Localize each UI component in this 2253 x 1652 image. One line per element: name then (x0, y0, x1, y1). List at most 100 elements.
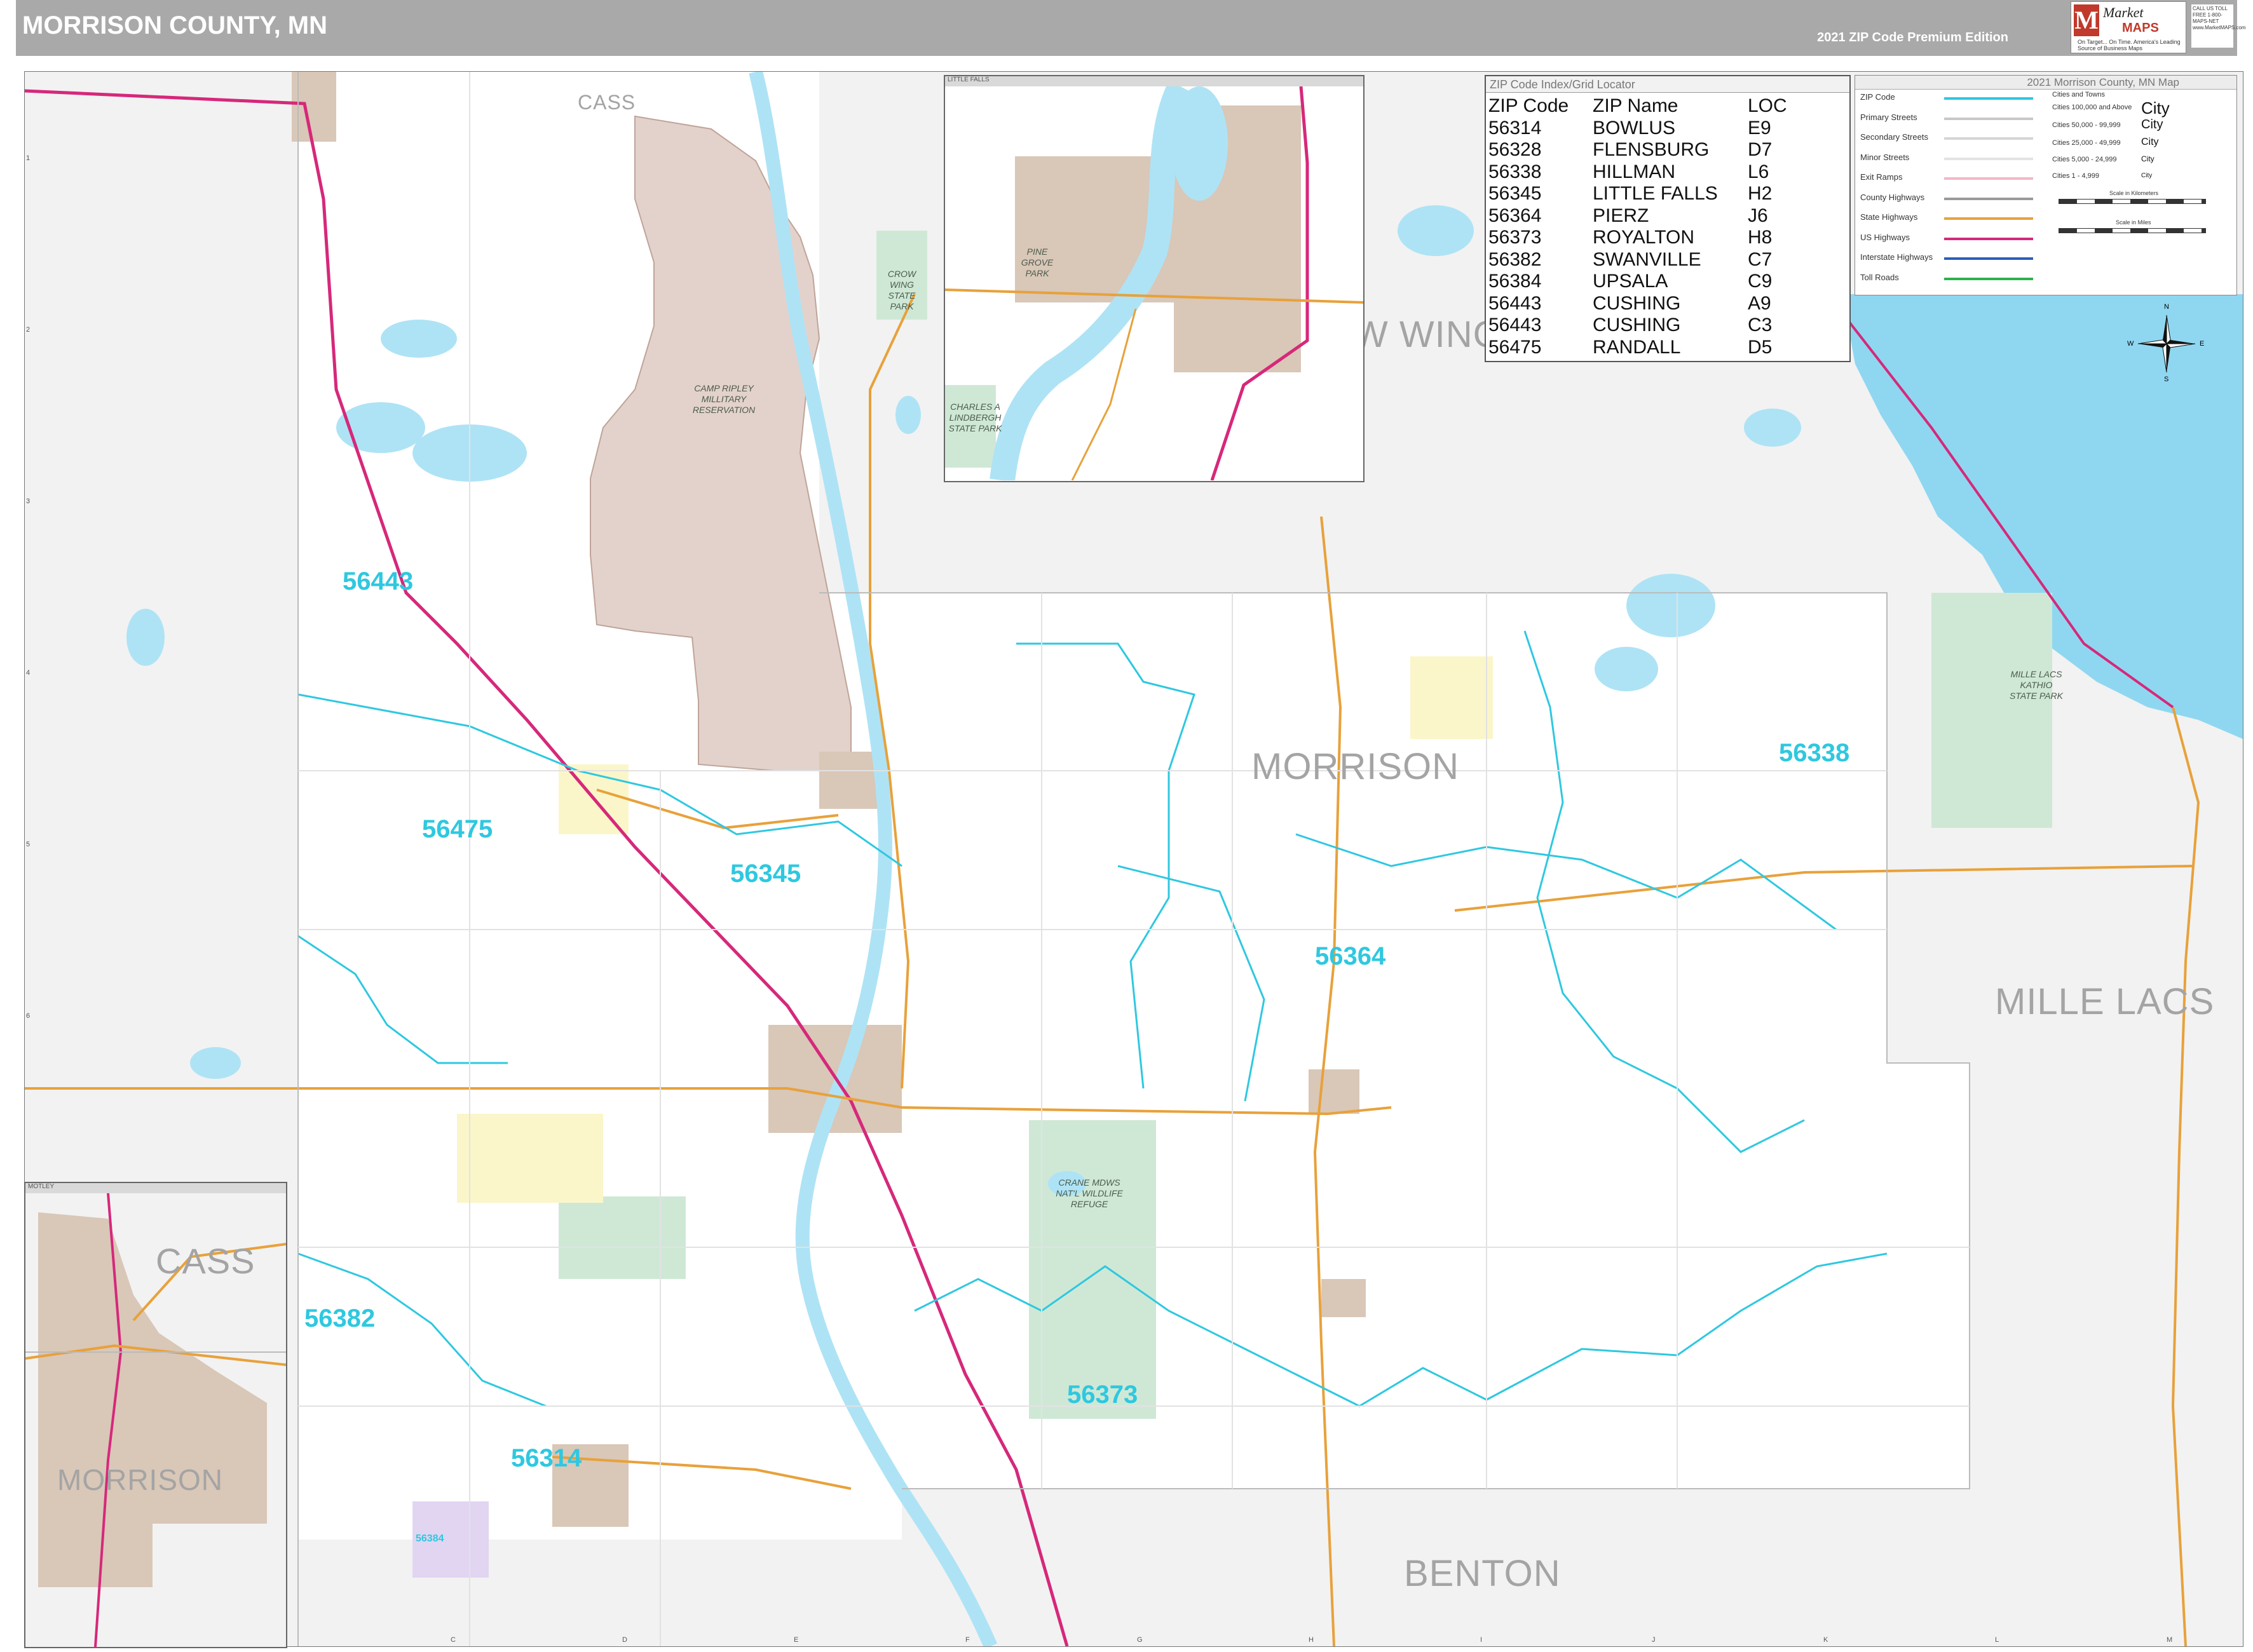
legend-city-range: Cities 5,000 - 24,999 (2052, 156, 2117, 163)
zip-loc: D7 (1748, 139, 1773, 161)
zip-loc: E9 (1748, 117, 1771, 139)
grid-col-label: J (1652, 1636, 1656, 1644)
zip-label: 56475 (422, 815, 493, 843)
legend-item-label: ZIP Code (1860, 92, 1895, 102)
zip-name: BOWLUS (1593, 117, 1676, 139)
legend-item-label: Exit Ramps (1860, 172, 1903, 182)
zip-loc: A9 (1748, 292, 1771, 314)
zip-name: PIERZ (1593, 205, 1649, 226)
grid-col-label: G (1137, 1636, 1143, 1644)
compass-n: N (2164, 303, 2169, 311)
little-falls-inset[interactable]: LITTLE FALLS PINE GROVE PARK CHARLES A L… (944, 75, 1365, 482)
grid-col-label: E (794, 1636, 799, 1644)
inset-lake (1171, 86, 1228, 201)
crane-meadows-area (1029, 1120, 1156, 1419)
zip-label: 56373 (1067, 1381, 1138, 1409)
legend-city-range: Cities 1 - 4,999 (2052, 172, 2099, 180)
grid-row-label: 2 (26, 326, 31, 334)
grid-row-label: 6 (26, 1012, 31, 1020)
logo-maps-text: MAPS (2122, 21, 2159, 35)
zip-index-header: ZIP Name (1593, 95, 1678, 117)
zip-label: 56345 (730, 860, 801, 888)
zip-index-row: 56443 CUSHING C3 (1486, 315, 1787, 337)
zip-name: ROYALTON (1593, 227, 1695, 248)
legend-city-name: City (2141, 137, 2159, 147)
zip-loc: H8 (1748, 227, 1773, 248)
motley-inset[interactable]: MOTLEY CASS MORRISON (24, 1182, 287, 1648)
inset-county-label-morrison: MORRISON (57, 1463, 223, 1496)
zip-label: 56338 (1779, 739, 1850, 767)
zip-index-row: 56364 PIERZ J6 (1486, 205, 1787, 227)
lake (1398, 205, 1474, 256)
zip-loc: C9 (1748, 271, 1773, 292)
county-label-morrison: MORRISON (1251, 746, 1459, 787)
grid-row-label: 1 (26, 154, 31, 162)
zip-index-row: 56384 UPSALA C9 (1486, 271, 1787, 293)
county-label-mille-lacs: MILLE LACS (1995, 981, 2215, 1022)
county-label-crow-wing: W WING (1353, 314, 1502, 355)
zip-loc: L6 (1748, 161, 1769, 182)
park-label-mille-lacs-kathio: MILLE LACS KATHIO STATE PARK (2009, 669, 2063, 701)
grid-col-label: C (451, 1636, 456, 1644)
legend-item-swatch (1944, 157, 2033, 160)
zip-code: 56338 (1488, 161, 1542, 182)
zip-code: 56443 (1488, 315, 1542, 336)
legend-item-label: Interstate Highways (1860, 252, 1933, 262)
legend-city-name: City (2141, 172, 2153, 179)
zip-loc: C7 (1748, 248, 1773, 270)
park-label-crow-wing: CROW WING STATE PARK (887, 269, 916, 311)
edition-label: 2021 ZIP Code Premium Edition (1817, 30, 2008, 44)
mille-lacs-kathio-area (1931, 593, 2052, 828)
zip-index-row: 56373 ROYALTON H8 (1486, 227, 1787, 249)
park-label-camp-ripley: CAMP RIPLEY MILLITARY RESERVATION (692, 383, 756, 415)
map-title: MORRISON COUNTY, MN (22, 11, 327, 39)
lake (895, 396, 921, 434)
zip-loc: D5 (1748, 336, 1773, 358)
legend-item-swatch (1944, 237, 2033, 240)
legend-item-swatch (1944, 277, 2033, 280)
grid-col-label: D (622, 1636, 627, 1644)
zip-code-index: ZIP Code Index/Grid Locator ZIP Code ZIP… (1485, 75, 1851, 362)
hillman-area (1410, 656, 1493, 739)
legend-city-range: Cities 100,000 and Above (2052, 104, 2132, 111)
lake (126, 609, 165, 666)
legend-item-label: Secondary Streets (1860, 132, 1928, 142)
zip-code: 56384 (1488, 271, 1542, 292)
legend-item-label: US Highways (1860, 232, 1910, 242)
county-label-benton: BENTON (1404, 1553, 1561, 1594)
lake (190, 1047, 241, 1079)
grid-col-label: M (2167, 1636, 2173, 1644)
inset-county-label-cass: CASS (156, 1241, 255, 1281)
legend-item-label: State Highways (1860, 212, 1918, 222)
logo-tagline: On Target... On Time. America's Leading … (2078, 39, 2181, 51)
contact-block: CALL US TOLL FREE 1-800-MAPS-NET www.Mar… (2191, 4, 2246, 48)
zip-index-header: ZIP Code (1488, 95, 1569, 117)
legend-city-range: Cities 50,000 - 99,999 (2052, 121, 2121, 129)
zip-code: 56373 (1488, 227, 1542, 248)
zip-code: 56328 (1488, 139, 1542, 161)
little-falls-inset-svg (945, 86, 1363, 480)
park-area-sw (559, 1196, 686, 1279)
legend-title: 2021 Morrison County, MN Map (1855, 76, 2236, 90)
zip-index-row: 56314 BOWLUS E9 (1486, 118, 1787, 140)
legend-item-label: Toll Roads (1860, 272, 1899, 282)
park-label-lindbergh: CHARLES A LINDBERGH STATE PARK (948, 402, 1002, 433)
legend-city-range: Cities 25,000 - 49,999 (2052, 139, 2121, 147)
zip-label: 56384 (416, 1533, 444, 1544)
park-label-pine-grove: PINE GROVE PARK (1021, 247, 1054, 278)
grid-row-label: 5 (26, 841, 31, 848)
zip-label: 56443 (343, 567, 414, 595)
legend-item-swatch (1944, 197, 2033, 200)
zip-name: SWANVILLE (1593, 248, 1701, 270)
legend-scale-bar-km (2059, 199, 2206, 204)
legend-item-swatch (1944, 257, 2033, 260)
compass-icon (2137, 315, 2196, 373)
zip-index-row: 56338 HILLMAN L6 (1486, 161, 1787, 184)
zip-index-row: 56328 FLENSBURG D7 (1486, 139, 1787, 161)
market-maps-logo[interactable]: M Market MAPS On Target... On Time. Amer… (2071, 1, 2186, 53)
legend-cities-header: Cities and Towns (2052, 91, 2105, 98)
compass-e: E (2200, 340, 2205, 348)
county-label-cass: CASS (578, 91, 636, 114)
zip-label: 56382 (304, 1304, 376, 1332)
grid-row-label: 4 (26, 669, 31, 677)
